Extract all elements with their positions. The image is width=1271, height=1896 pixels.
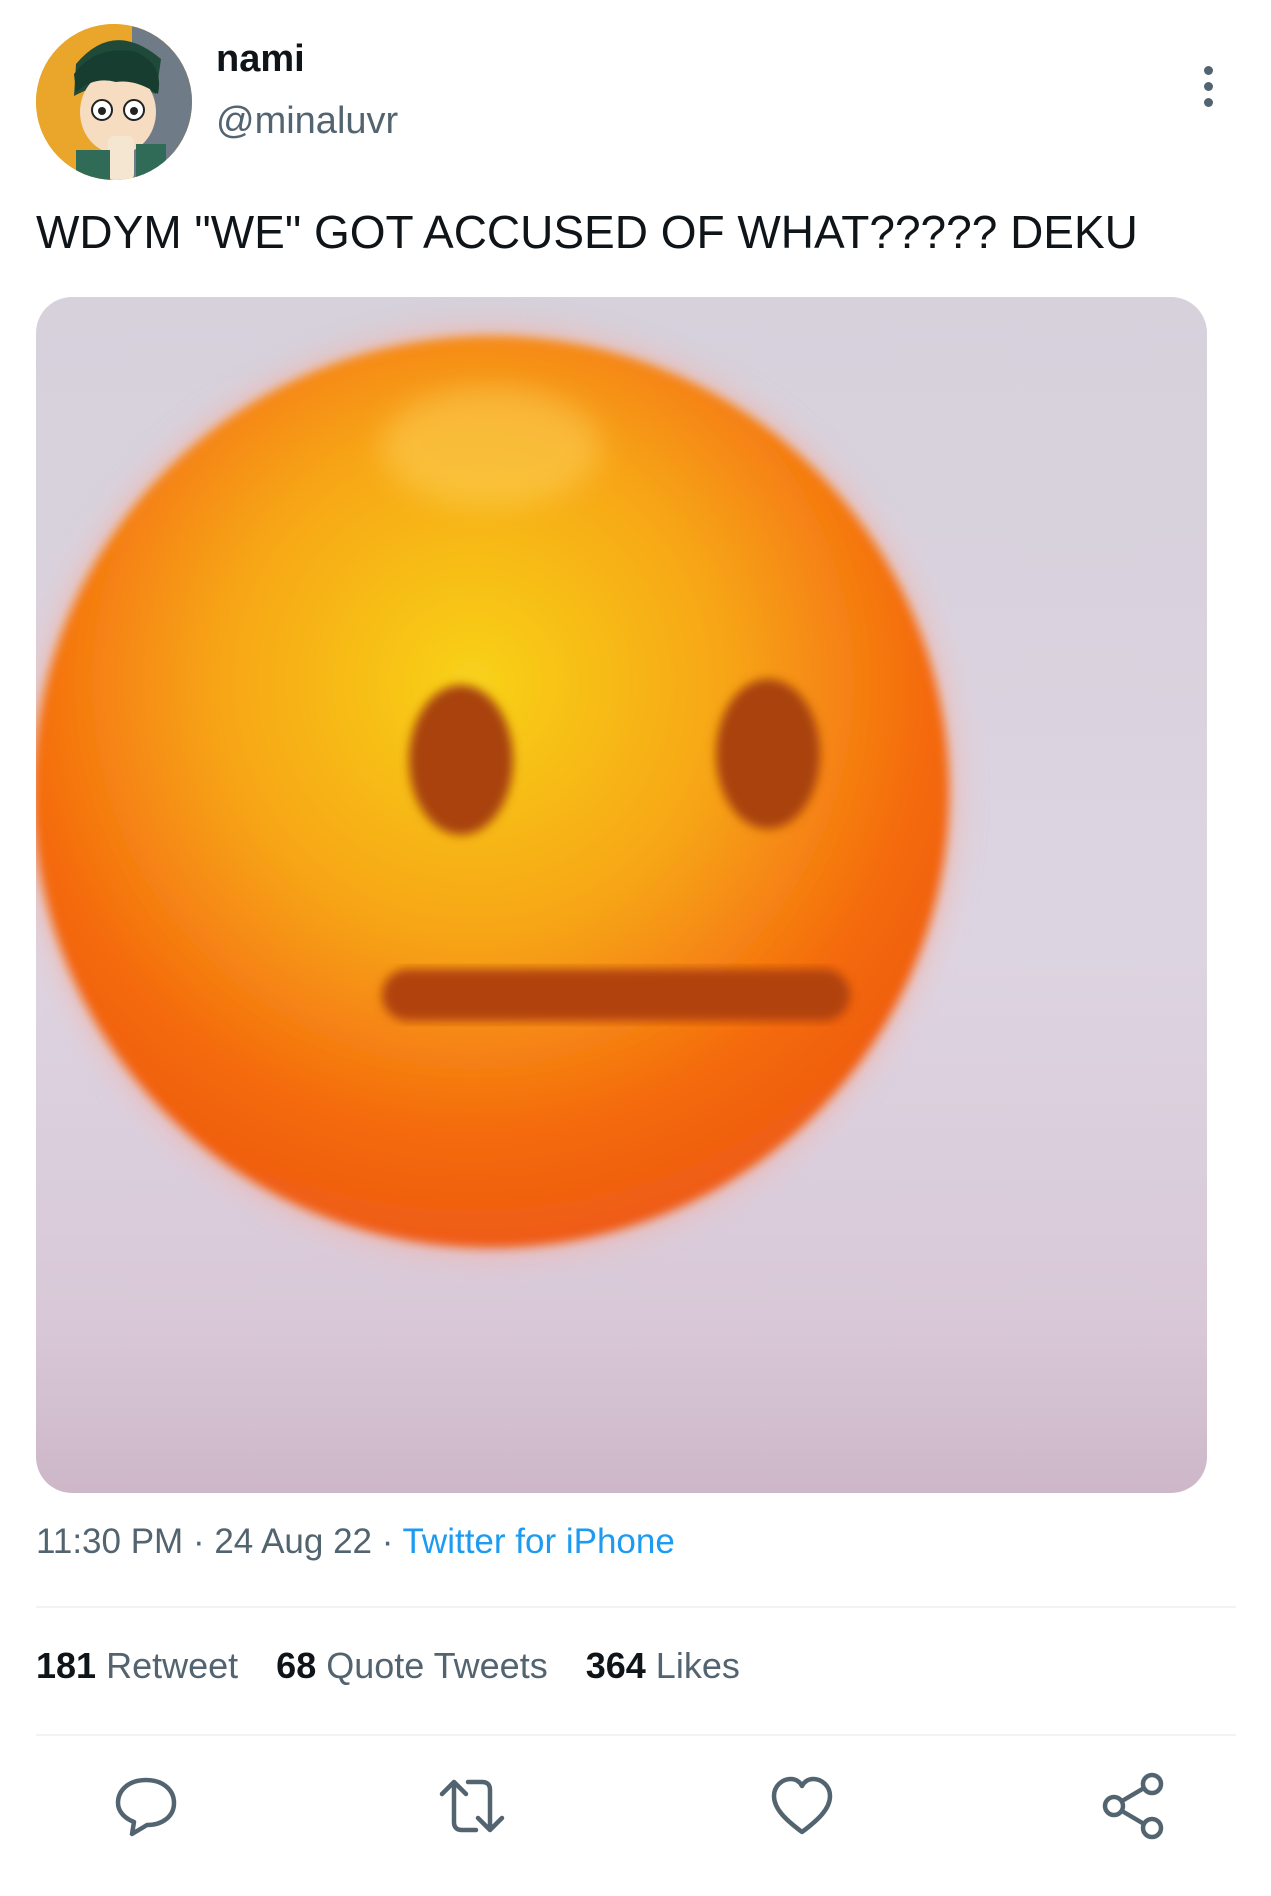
avatar[interactable] xyxy=(36,24,192,180)
retweets-label: Retweet xyxy=(106,1645,239,1686)
tweet-stats: 181 Retweet 68 Quote Tweets 364 Likes xyxy=(36,1645,740,1687)
likes-count: 364 xyxy=(585,1645,646,1686)
reply-icon[interactable] xyxy=(110,1770,182,1842)
more-dot xyxy=(1203,65,1213,75)
retweets-stat[interactable]: 181 Retweet xyxy=(36,1645,238,1687)
tweet-header: nami @minaluvr xyxy=(36,24,1236,180)
divider xyxy=(36,1734,1236,1736)
meta-separator: · xyxy=(192,1522,205,1561)
quotes-count: 68 xyxy=(276,1645,317,1686)
more-options-icon[interactable] xyxy=(1184,50,1232,122)
tweet-meta: 11:30 PM · 24 Aug 22 · Twitter for iPhon… xyxy=(36,1522,675,1562)
tweet-media-image[interactable] xyxy=(36,297,1207,1493)
tweet-text: WDYM "WE" GOT ACCUSED OF WHAT????? DEKU xyxy=(36,206,1138,258)
tweet-actions xyxy=(36,1770,1236,1840)
quotes-label: Quote Tweets xyxy=(326,1645,548,1686)
tweet-time[interactable]: 11:30 PM xyxy=(36,1522,183,1561)
more-dot xyxy=(1203,81,1213,91)
like-heart-icon[interactable] xyxy=(766,1770,838,1842)
retweets-count: 181 xyxy=(36,1645,97,1686)
quotes-stat[interactable]: 68 Quote Tweets xyxy=(276,1645,548,1687)
retweet-icon[interactable] xyxy=(436,1770,508,1842)
user-handle[interactable]: @minaluvr xyxy=(216,100,398,143)
likes-label: Likes xyxy=(655,1645,740,1686)
more-dot xyxy=(1203,97,1213,107)
tweet-date[interactable]: 24 Aug 22 xyxy=(214,1522,372,1561)
tweet-source[interactable]: Twitter for iPhone xyxy=(402,1522,674,1561)
likes-stat[interactable]: 364 Likes xyxy=(586,1645,740,1687)
share-icon[interactable] xyxy=(1098,1770,1170,1842)
display-name[interactable]: nami xyxy=(216,38,305,81)
meta-separator: · xyxy=(381,1522,394,1561)
divider xyxy=(36,1606,1236,1608)
